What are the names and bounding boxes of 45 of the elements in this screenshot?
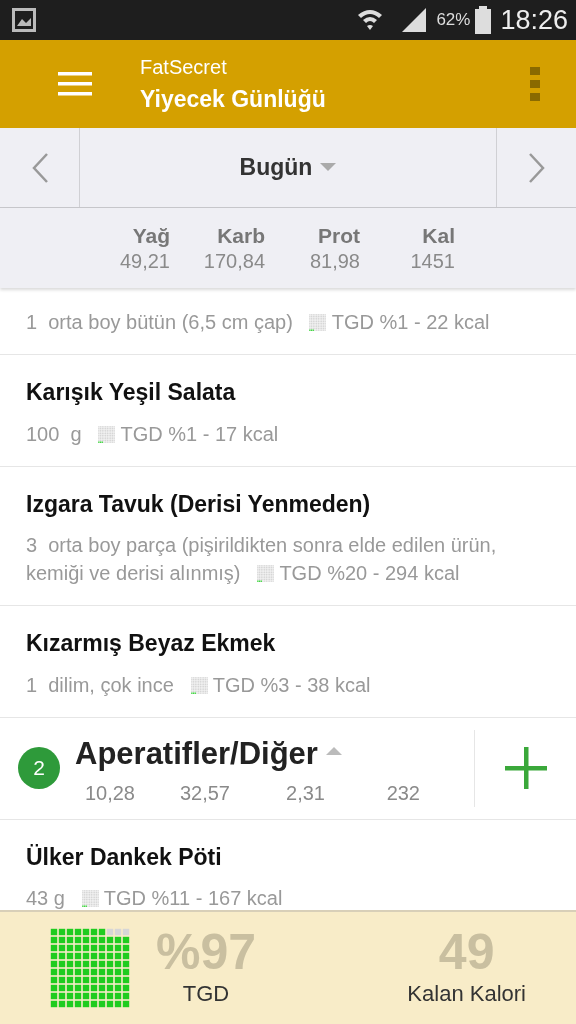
rdi-grid-icon: [98, 425, 116, 443]
rdi-grid-icon: [309, 314, 327, 331]
rdi-grid-icon: [257, 565, 275, 582]
food-details: 3 orta boy parça (pişirildikten sonra elde edilen ürün, kemiği ve derisi alınmış) TGD %20 - 294 kcal: [26, 533, 498, 586]
chevron-left-icon: [30, 151, 49, 184]
screen-title: Yiyecek Günlüğü: [140, 84, 327, 114]
food-name[interactable]: Ülker Dankek Pöti: [26, 839, 550, 874]
food-details: 1 dilim, çok ince TGD %3 - 38 kcal: [26, 672, 372, 698]
rdi-label: TGD: [182, 979, 230, 1008]
time: 18:26: [500, 3, 568, 37]
column-label: Yağ: [131, 223, 170, 249]
food-name[interactable]: Karışık Yeşil Salata: [26, 375, 550, 410]
chevron-right-icon: [527, 151, 546, 184]
more-options-button[interactable]: [530, 67, 540, 101]
menu-button[interactable]: [58, 71, 92, 97]
column-label: Karb: [216, 223, 265, 249]
remaining-label: Kalan Kalori: [407, 979, 526, 1008]
signal-icon: [400, 7, 429, 33]
rdi-grid-icon: [50, 928, 130, 1008]
meal-total: 232: [385, 781, 420, 806]
plus-icon: [504, 747, 547, 789]
image-icon: [12, 8, 36, 32]
battery-percent: 62%: [436, 9, 471, 32]
rdi-grid-icon: [190, 676, 208, 694]
meal-title[interactable]: Aperatifler/Diğer: [75, 730, 318, 778]
meal-total: 32,57: [178, 781, 230, 806]
total-value: 1451: [409, 248, 455, 273]
caret-down-icon: [320, 163, 337, 172]
rdi-grid-icon: [81, 890, 99, 907]
meal-number-badge: 2: [18, 747, 60, 789]
app-name: FatSecret: [140, 54, 228, 80]
total-value: 170,84: [202, 248, 265, 273]
battery-icon: [474, 6, 493, 34]
meal-total: 2,31: [285, 781, 325, 806]
food-name[interactable]: Izgara Tavuk (Derisi Yenmeden): [26, 486, 550, 521]
food-details: 1 orta boy bütün (6,5 cm çap) TGD %1 - 22 kcal: [26, 310, 491, 335]
meal-total: 10,28: [83, 781, 135, 806]
food-name[interactable]: Kızarmış Beyaz Ekmek: [26, 626, 550, 661]
food-details: 100 g TGD %1 - 17 kcal: [26, 421, 280, 447]
caret-up-icon[interactable]: [325, 745, 342, 755]
column-label: Kal: [421, 223, 455, 249]
total-value: 81,98: [308, 248, 360, 273]
total-value: 49,21: [118, 248, 170, 273]
column-label: Prot: [317, 223, 360, 249]
food-details: 43 g TGD %11 - 167 kcal: [26, 886, 284, 910]
